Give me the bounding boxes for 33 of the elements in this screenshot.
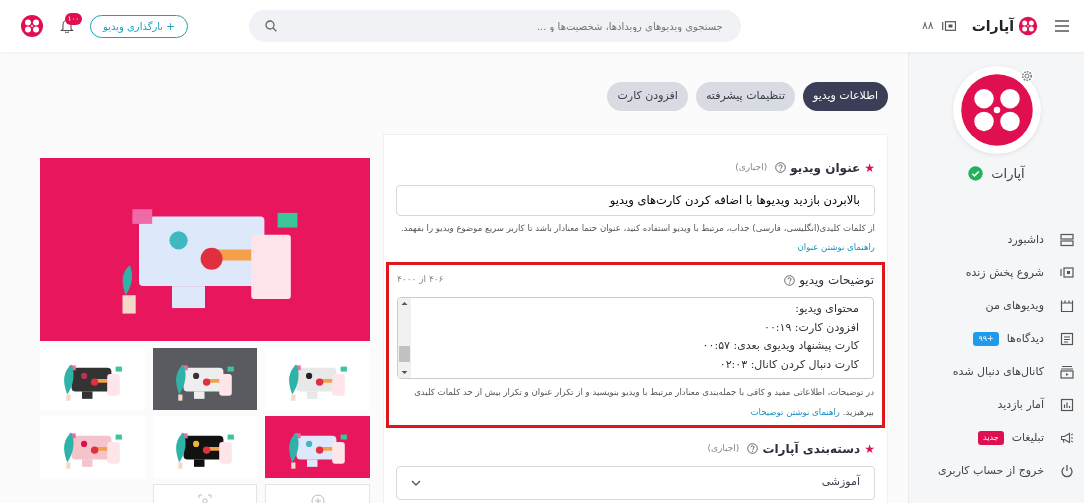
sidebar-link[interactable]: کانال‌های دنبال شده [952,363,1044,381]
help-link[interactable]: راهنمای نوشتن عنوان [797,242,875,253]
live-count: ۸۸ [921,17,934,34]
field-label: توضیحات ویدیو [799,272,874,290]
sidebar-link[interactable]: دیدگاه‌ها [1006,330,1044,348]
required-mark: ★ [864,440,875,458]
sidebar-link[interactable]: شروع پخش زنده [965,264,1044,282]
count-badge: +۹۹ [973,332,999,346]
sidebar-link[interactable]: داشبورد [1007,231,1044,249]
category-select[interactable]: آموزشی [396,465,875,500]
tab[interactable]: تنظیمات پیشرفته [695,82,795,111]
field-label: دسته‌بندی آپارات [762,440,861,458]
tab[interactable]: افزودن کارت [607,82,688,111]
count-badge: جدید [978,431,1004,445]
char-counter: ۴۰۶ از ۴۰۰۰ [397,273,444,287]
required-note: (اجباری) [735,160,768,174]
search-bar[interactable]: جستجوی ویدیوهای رویدادها، شخصیت‌ها و ... [248,10,741,42]
field-label: عنوان ویدیو [790,159,861,177]
sidebar-link[interactable]: ویدیوهای من [985,297,1044,315]
search-field[interactable]: جستجوی ویدیوهای رویدادها، شخصیت‌ها و ... [324,17,725,35]
required-mark: ★ [864,159,875,177]
sidebar-link[interactable]: خروج از حساب کاربری [937,462,1044,480]
title-input[interactable]: بالابردن بازدید ویدیوها با اضافه کردن کارت‌های ویدیو [396,184,875,216]
channel-name: آپارات [991,164,1025,183]
logo-text[interactable]: آپارات [971,15,1014,37]
help-text: از کلمات کلیدی(انگلیسی، فارسی) جذاب، مرتبط با ویدیو استفاده کنید، عنوان حتما معنادار باشد تا کاربر سریع موضوع ویدیو را بفهمد. راهنمای نوشتن عنوان [399,221,875,255]
sidebar-link[interactable]: تبلیغات [1011,429,1044,447]
help-link[interactable]: راهنمای نوشتن توضیحات [750,406,841,417]
help-text: در توضیحات، اطلاعاتی مفید و کافی با جمله‌بندی معنادار مرتبط با ویدیو بنویسید و از تکرار عنوان و تکرار بیش از حد کلمات کلیدی بپرهیزید. راهنمای نوشتن توضیحات [413,386,874,419]
sidebar-link[interactable]: آمار بازدید [997,396,1044,414]
tab[interactable]: اطلاعات ویدیو [802,82,888,111]
required-note: (اجباری) [707,441,740,455]
description-textarea[interactable]: محتوای ویدیو: افزودن کارت: ۰۰:۱۹ کارت پیشنهاد ویدیوی بعدی: ۰۰:۵۷ کارت دنبال کردن کانال: ۰۲:۰۳ [397,297,874,380]
